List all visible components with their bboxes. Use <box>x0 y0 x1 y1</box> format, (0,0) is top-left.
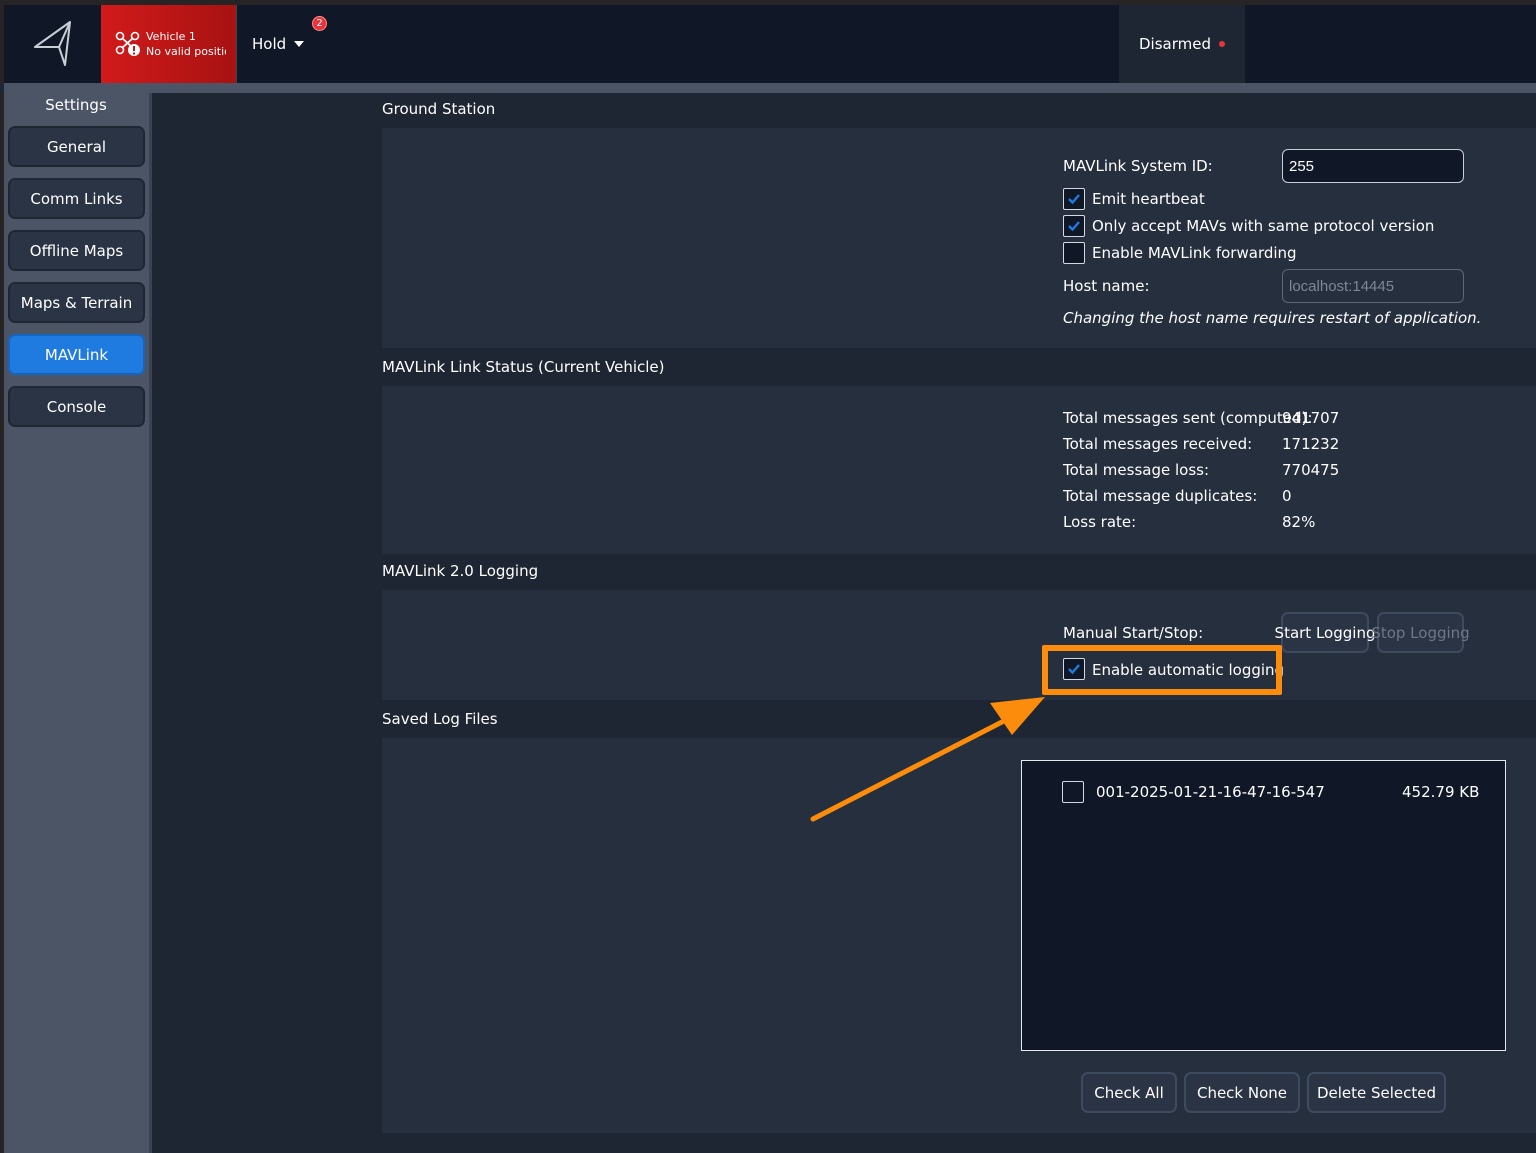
app-menu-button[interactable] <box>4 5 101 83</box>
settings-content: Ground Station MAVLink System ID: Emit h… <box>155 93 1536 1153</box>
toolbar-divider <box>4 83 1536 93</box>
stat-value: 941707 <box>1282 409 1340 427</box>
sidebar-item-general[interactable]: General <box>8 126 145 167</box>
flight-mode-label: Hold <box>252 35 287 53</box>
log-file-checkbox[interactable] <box>1062 781 1084 803</box>
system-id-label: MAVLink System ID: <box>1063 157 1213 175</box>
stat-label: Total messages sent (computed): <box>1063 409 1313 427</box>
arm-status-button[interactable]: Disarmed <box>1119 5 1245 83</box>
start-logging-button[interactable]: Start Logging <box>1275 612 1375 653</box>
stat-value: 770475 <box>1282 461 1340 479</box>
stat-value: 0 <box>1282 487 1292 505</box>
same-protocol-checkbox[interactable] <box>1063 215 1085 237</box>
chevron-down-icon <box>294 41 305 47</box>
settings-sidebar: Settings General Comm Links Offline Maps… <box>0 93 152 1153</box>
stat-value: 171232 <box>1282 435 1340 453</box>
sidebar-item-mavlink[interactable]: MAVLink <box>8 334 145 375</box>
stop-logging-button[interactable]: Stop Logging <box>1371 612 1470 653</box>
delete-selected-button[interactable]: Delete Selected <box>1307 1072 1446 1113</box>
window-edge <box>0 93 4 1153</box>
sidebar-item-console[interactable]: Console <box>8 386 145 427</box>
forwarding-label: Enable MAVLink forwarding <box>1092 244 1297 262</box>
system-id-input[interactable] <box>1282 149 1464 183</box>
vehicle-name: Vehicle 1 <box>146 30 196 43</box>
vehicle-status-text: No valid position <box>146 45 226 58</box>
check-none-button[interactable]: Check None <box>1184 1072 1300 1113</box>
top-toolbar: Vehicle 1 No valid position 2 Hold Disar… <box>0 0 1536 83</box>
logging-title: MAVLink 2.0 Logging <box>382 562 539 580</box>
sidebar-item-maps-terrain[interactable]: Maps & Terrain <box>8 282 145 323</box>
drone-warning-icon <box>115 31 140 56</box>
stat-label: Total messages received: <box>1063 435 1253 453</box>
saved-logs-title: Saved Log Files <box>382 710 498 728</box>
same-protocol-label: Only accept MAVs with same protocol vers… <box>1092 217 1435 235</box>
host-name-input[interactable] <box>1282 269 1464 303</box>
log-file-size: 452.79 KB <box>1402 783 1480 801</box>
forwarding-checkbox[interactable] <box>1063 242 1085 264</box>
check-all-button[interactable]: Check All <box>1081 1072 1177 1113</box>
annotation-highlight-box <box>1042 645 1282 695</box>
host-name-label: Host name: <box>1063 277 1150 295</box>
sidebar-title: Settings <box>45 96 107 114</box>
notification-badge: 2 <box>312 16 327 31</box>
log-file-name: 001-2025-01-21-16-47-16-547 <box>1096 783 1325 801</box>
emit-heartbeat-checkbox[interactable] <box>1063 188 1085 210</box>
status-dot-icon <box>1219 41 1225 47</box>
vehicle-status-button[interactable]: Vehicle 1 No valid position 2 <box>101 5 327 83</box>
paper-plane-icon <box>33 21 71 66</box>
restart-note: Changing the host name requires restart … <box>1063 309 1482 327</box>
checkmark-icon <box>1068 194 1080 205</box>
flight-mode-dropdown[interactable]: Hold <box>252 5 305 83</box>
link-status-title: MAVLink Link Status (Current Vehicle) <box>382 358 665 376</box>
stat-label: Total message duplicates: <box>1063 487 1258 505</box>
list-item[interactable]: 001-2025-01-21-16-47-16-547 452.79 KB <box>1062 781 1479 805</box>
link-status-panel <box>382 386 1536 554</box>
sidebar-item-offline-maps[interactable]: Offline Maps <box>8 230 145 271</box>
manual-start-stop-label: Manual Start/Stop: <box>1063 624 1204 642</box>
log-file-list[interactable]: 001-2025-01-21-16-47-16-547 452.79 KB <box>1021 760 1506 1051</box>
stat-label: Total message loss: <box>1063 461 1210 479</box>
stat-label: Loss rate: <box>1063 513 1137 531</box>
checkmark-icon <box>1068 221 1080 232</box>
emit-heartbeat-label: Emit heartbeat <box>1092 190 1205 208</box>
stat-value: 82% <box>1282 513 1316 531</box>
arm-status-label: Disarmed <box>1139 35 1211 53</box>
ground-station-title: Ground Station <box>382 100 496 118</box>
sidebar-item-comm-links[interactable]: Comm Links <box>8 178 145 219</box>
